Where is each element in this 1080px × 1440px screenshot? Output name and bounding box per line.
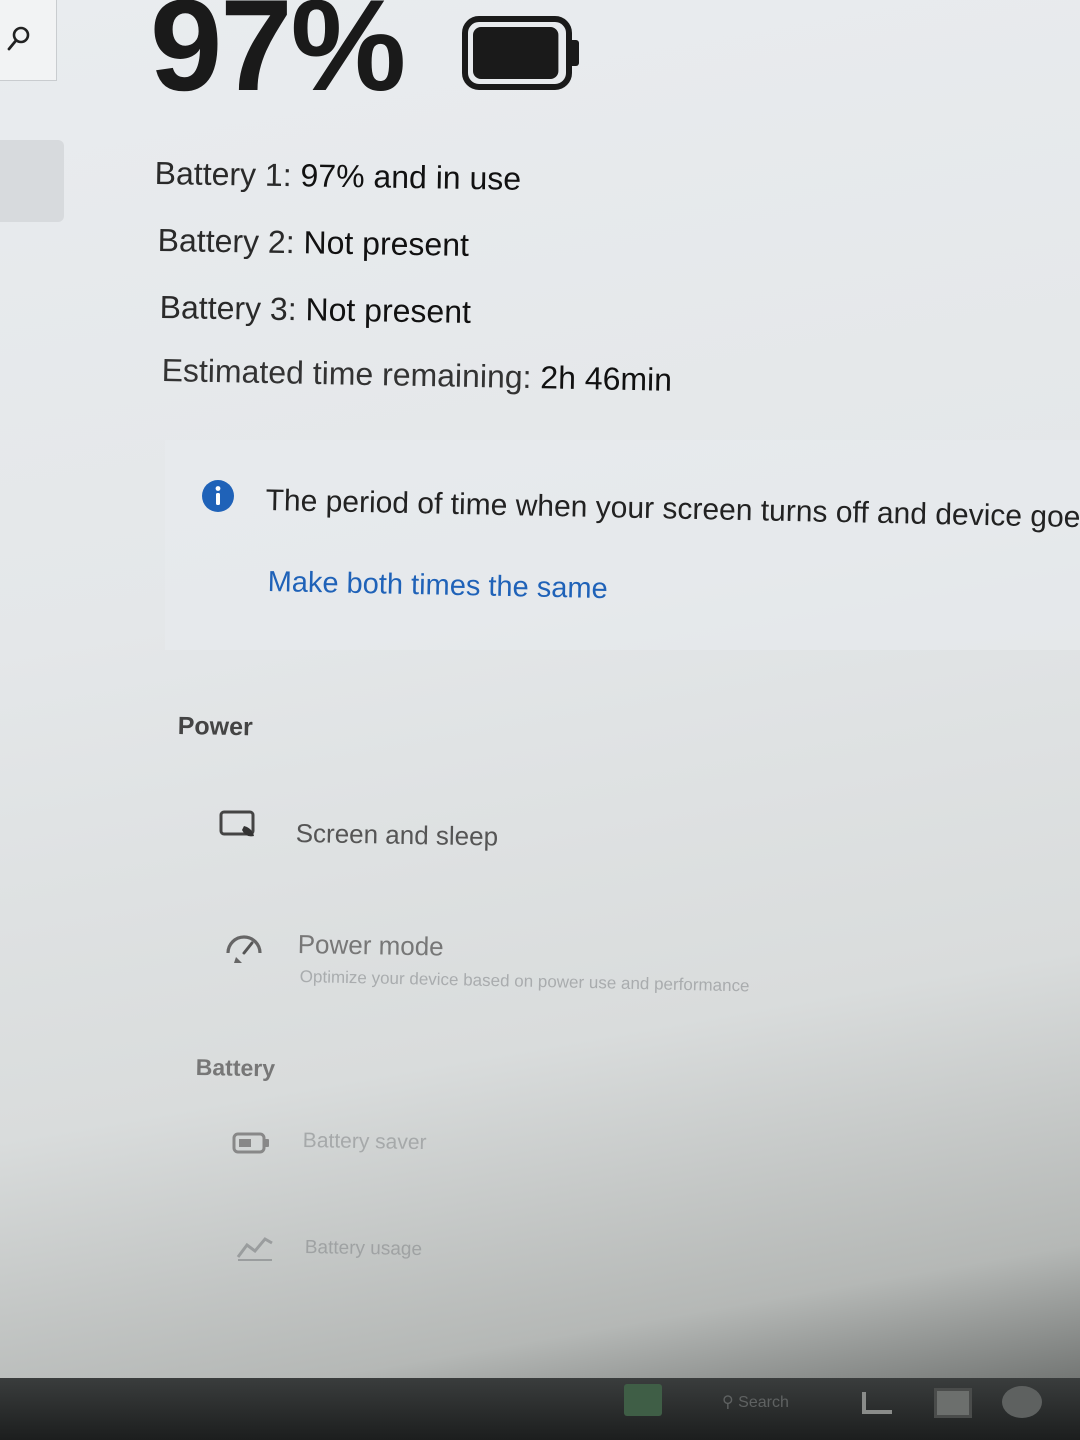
- store-icon[interactable]: [934, 1388, 972, 1418]
- battery-saver-icon: [232, 1132, 269, 1154]
- screen-and-sleep-title: Screen and sleep: [295, 818, 499, 852]
- taskbar-search[interactable]: ⚲ Search: [722, 1392, 789, 1412]
- battery-3-status: Battery 3: Not present: [159, 289, 471, 331]
- screen-and-sleep-row[interactable]: Screen and sleep: [210, 790, 1080, 890]
- taskbar: ⚲ Search: [0, 1378, 1080, 1440]
- estimate-label: Estimated time remaining:: [161, 352, 532, 396]
- battery-percent-display: 97%: [150, 0, 406, 118]
- battery-3-label: Battery 3:: [159, 289, 297, 328]
- gauge-icon: [226, 935, 262, 963]
- power-mode-row[interactable]: Power mode Optimize your device based on…: [210, 915, 1080, 1025]
- battery-saver-title: Battery saver: [302, 1129, 427, 1155]
- battery-usage-row[interactable]: Battery usage: [225, 1225, 1080, 1295]
- search-icon: [7, 26, 30, 51]
- estimate-value: 2h 46min: [540, 359, 673, 398]
- file-explorer-icon[interactable]: [862, 1392, 892, 1414]
- taskbar-search-label: Search: [738, 1394, 789, 1411]
- battery-1-label: Battery 1:: [154, 155, 292, 194]
- sleep-notice-card: [165, 440, 1080, 650]
- battery-1-value: 97% and in use: [300, 157, 522, 197]
- monitor-icon: [219, 810, 255, 837]
- chart-icon: [236, 1237, 273, 1261]
- battery-2-status: Battery 2: Not present: [157, 222, 469, 264]
- estimated-time-remaining: Estimated time remaining: 2h 46min: [161, 352, 672, 399]
- power-section-heading: Power: [177, 712, 254, 742]
- chat-icon[interactable]: [1002, 1386, 1042, 1418]
- battery-2-label: Battery 2:: [157, 222, 295, 261]
- battery-2-value: Not present: [303, 224, 470, 263]
- battery-saver-row[interactable]: Battery saver: [225, 1115, 1080, 1205]
- power-mode-description: Optimize your device based on power use …: [299, 967, 750, 996]
- search-icon: ⚲: [722, 1394, 734, 1411]
- nav-item-selected[interactable]: [0, 140, 64, 222]
- battery-icon: [462, 16, 579, 90]
- power-mode-title: Power mode: [297, 929, 444, 962]
- settings-search-box[interactable]: [0, 0, 57, 81]
- battery-section-heading: Battery: [195, 1054, 276, 1082]
- windows-start-icon[interactable]: [624, 1384, 662, 1416]
- info-icon: [202, 480, 234, 512]
- battery-1-status: Battery 1: 97% and in use: [154, 155, 521, 198]
- battery-usage-title: Battery usage: [304, 1237, 423, 1261]
- battery-3-value: Not present: [305, 291, 472, 330]
